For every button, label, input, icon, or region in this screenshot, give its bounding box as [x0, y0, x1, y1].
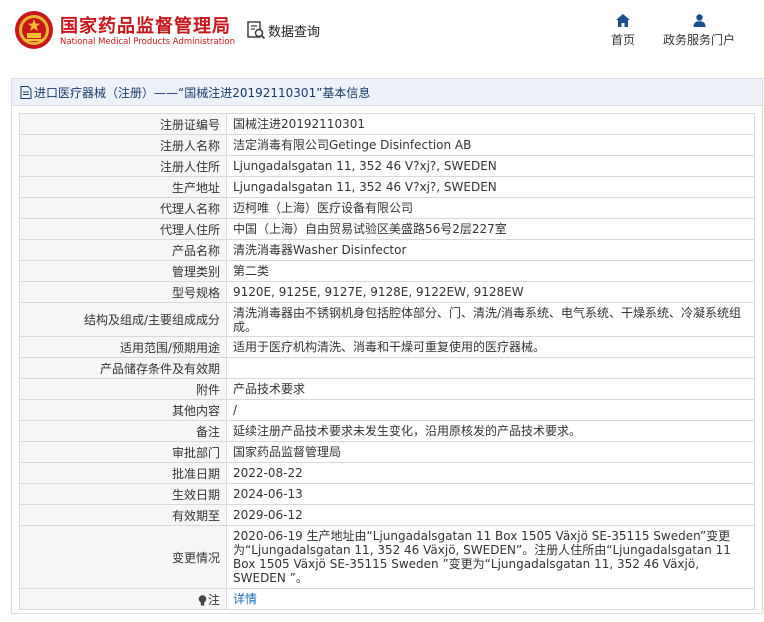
- table-row: 型号规格 9120E, 9125E, 9127E, 9128E, 9122EW, …: [19, 281, 755, 303]
- table-row: 产品储存条件及有效期: [19, 357, 755, 379]
- nav-portal-label: 政务服务门户: [662, 33, 735, 47]
- row-label: 注册证编号: [19, 113, 227, 135]
- row-value: 产品技术要求: [226, 378, 755, 400]
- table-row: 其他内容 /: [19, 399, 755, 421]
- table-row: 有效期至 2029-06-12: [19, 504, 755, 526]
- row-value: 9120E, 9125E, 9127E, 9128E, 9122EW, 9128…: [226, 281, 755, 303]
- panel-title: 进口医疗器械（注册）——“国械注进20192110301”基本信息: [34, 85, 371, 100]
- row-label: 生效日期: [19, 483, 227, 505]
- table-row: 附件 产品技术要求: [19, 378, 755, 400]
- table-row: 代理人名称 迈柯唯（上海）医疗设备有限公司: [19, 197, 755, 219]
- row-label: 结构及组成/主要组成成分: [19, 302, 227, 337]
- document-icon: [20, 85, 32, 99]
- row-label: 注册人名称: [19, 134, 227, 156]
- row-value: 国家药品监督管理局: [226, 441, 755, 463]
- row-value: 2020-06-19 生产地址由“Ljungadalsgatan 11 Box …: [226, 525, 755, 589]
- table-row: 备注 延续注册产品技术要求未发生变化，沿用原核发的产品技术要求。: [19, 420, 755, 442]
- table-row: 注册人名称 洁定消毒有限公司Getinge Disinfection AB: [19, 134, 755, 156]
- row-value: 洁定消毒有限公司Getinge Disinfection AB: [226, 134, 755, 156]
- row-value: 详情: [226, 588, 755, 610]
- row-value: 第二类: [226, 260, 755, 282]
- row-value: 2022-08-22: [226, 462, 755, 484]
- brand-title-en: National Medical Products Administration: [60, 37, 235, 47]
- user-icon: [693, 14, 705, 27]
- data-query-icon: [247, 21, 266, 40]
- table-row: 注册人住所 Ljungadalsgatan 11, 352 46 V?xj?, S…: [19, 155, 755, 177]
- registration-info-table: 注册证编号 国械注进20192110301 注册人名称 洁定消毒有限公司Geting…: [19, 113, 755, 610]
- row-label: 附件: [19, 378, 227, 400]
- table-row: 审批部门 国家药品监督管理局: [19, 441, 755, 463]
- row-label: 生产地址: [19, 176, 227, 198]
- row-label-note: 注: [19, 588, 227, 610]
- data-query-link[interactable]: 数据查询: [246, 18, 320, 42]
- row-value: 清洗消毒器由不锈钢机身包括腔体部分、门、清洗/消毒系统、电气系统、干燥系统、冷凝…: [226, 302, 755, 337]
- home-icon: [616, 14, 630, 27]
- table-row: 生效日期 2024-06-13: [19, 483, 755, 505]
- row-label: 有效期至: [19, 504, 227, 526]
- row-value: 延续注册产品技术要求未发生变化，沿用原核发的产品技术要求。: [226, 420, 755, 442]
- table-row: 结构及组成/主要组成成分 清洗消毒器由不锈钢机身包括腔体部分、门、清洗/消毒系统、…: [19, 302, 755, 337]
- row-value: Ljungadalsgatan 11, 352 46 V?xj?, SWEDEN: [226, 176, 755, 198]
- row-label: 审批部门: [19, 441, 227, 463]
- row-label: 适用范围/预期用途: [19, 336, 227, 358]
- site-header: 国家药品监督管理局 National Medical Products Admi…: [0, 0, 764, 68]
- nav-home[interactable]: 首页: [606, 14, 640, 48]
- nav-gov-service-portal[interactable]: 政务服务门户: [660, 14, 738, 48]
- row-label: 批准日期: [19, 462, 227, 484]
- table-row: 适用范围/预期用途 适用于医疗机构清洗、消毒和干燥可重复使用的医疗器械。: [19, 336, 755, 358]
- table-row: 批准日期 2022-08-22: [19, 462, 755, 484]
- row-label: 产品名称: [19, 239, 227, 261]
- row-value: Ljungadalsgatan 11, 352 46 V?xj?, SWEDEN: [226, 155, 755, 177]
- table-row: 管理类别 第二类: [19, 260, 755, 282]
- row-label: 代理人住所: [19, 218, 227, 240]
- table-row: 代理人住所 中国（上海）自由贸易试验区美盛路56号2层227室: [19, 218, 755, 240]
- table-row: 变更情况 2020-06-19 生产地址由“Ljungadalsgatan 11 …: [19, 525, 755, 589]
- table-row: 注册证编号 国械注进20192110301: [19, 113, 755, 135]
- national-emblem-logo[interactable]: [14, 10, 54, 50]
- data-query-label: 数据查询: [268, 24, 321, 40]
- row-value: 国械注进20192110301: [226, 113, 755, 135]
- note-label: 注: [207, 592, 220, 607]
- detail-panel: 进口医疗器械（注册）——“国械注进20192110301”基本信息 注册证编号国…: [11, 78, 763, 614]
- row-label: 注册人住所: [19, 155, 227, 177]
- row-label: 代理人名称: [19, 197, 227, 219]
- row-label: 产品储存条件及有效期: [19, 357, 227, 379]
- table-row: 生产地址 Ljungadalsgatan 11, 352 46 V?xj?, SW…: [19, 176, 755, 198]
- table-row: 产品名称 清洗消毒器Washer Disinfector: [19, 239, 755, 261]
- nav-home-label: 首页: [610, 33, 635, 47]
- row-value: 2024-06-13: [226, 483, 755, 505]
- row-value: 适用于医疗机构清洗、消毒和干燥可重复使用的医疗器械。: [226, 336, 755, 358]
- row-value: 清洗消毒器Washer Disinfector: [226, 239, 755, 261]
- row-value: 2029-06-12: [226, 504, 755, 526]
- row-label: 备注: [19, 420, 227, 442]
- row-value: [226, 357, 755, 379]
- row-label: 变更情况: [19, 525, 227, 589]
- lightbulb-icon: [198, 594, 207, 605]
- row-value: 中国（上海）自由贸易试验区美盛路56号2层227室: [226, 218, 755, 240]
- table-row: 注 详情: [19, 588, 755, 610]
- row-value: /: [226, 399, 755, 421]
- row-label: 其他内容: [19, 399, 227, 421]
- panel-title-bar: 进口医疗器械（注册）——“国械注进20192110301”基本信息: [12, 79, 762, 106]
- row-label: 管理类别: [19, 260, 227, 282]
- row-label: 型号规格: [19, 281, 227, 303]
- row-value: 迈柯唯（上海）医疗设备有限公司: [226, 197, 755, 219]
- details-link[interactable]: 详情: [233, 592, 257, 606]
- brand-title-cn: 国家药品监督管理局: [60, 16, 231, 37]
